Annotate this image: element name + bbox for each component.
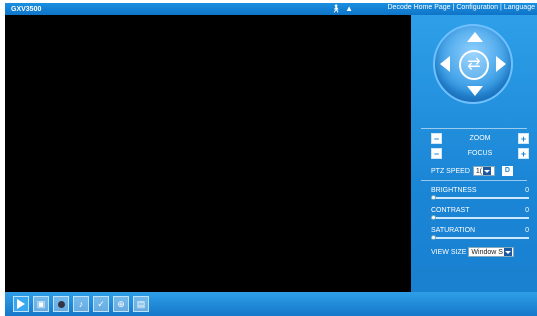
snapshot-icon[interactable]: ▣: [33, 296, 49, 312]
pan-right-icon[interactable]: [496, 56, 506, 72]
zoom-in-button[interactable]: +: [518, 133, 529, 144]
brightness-slider: BRIGHTNESS 0: [431, 187, 529, 200]
zoom-out-button[interactable]: −: [431, 133, 442, 144]
fullscreen-icon[interactable]: ⊕: [113, 296, 129, 312]
nav-separator: |: [500, 4, 502, 11]
view-size-row: VIEW SIZE Window S: [431, 247, 515, 257]
contrast-label: CONTRAST: [431, 207, 470, 214]
video-viewport[interactable]: [5, 15, 411, 292]
zoom-row: − ZOOM +: [431, 133, 529, 144]
play-icon[interactable]: [13, 296, 29, 312]
alarm-icon: ▲: [345, 4, 354, 13]
app-frame: GXV3500 🚶︎ ▲ Decode Home Page | Configur…: [0, 0, 537, 316]
contrast-track[interactable]: [431, 215, 529, 220]
header-bar: GXV3500 🚶︎ ▲ Decode Home Page | Configur…: [5, 3, 537, 15]
saturation-handle[interactable]: [431, 235, 436, 240]
chevron-down-icon: [483, 167, 492, 175]
brightness-handle[interactable]: [431, 195, 436, 200]
focus-in-button[interactable]: +: [518, 148, 529, 159]
chevron-down-icon: [503, 248, 512, 256]
record-icon[interactable]: [53, 296, 69, 312]
view-size-label: VIEW SIZE: [431, 248, 467, 256]
view-size-select[interactable]: Window S: [468, 247, 515, 257]
saturation-value: 0: [525, 227, 529, 234]
control-panel: ⇄ − ZOOM + − FOCUS + PTZ SPEED 1( D BRIG…: [411, 15, 537, 292]
nav-configuration[interactable]: Configuration: [456, 4, 498, 11]
ptz-speed-select[interactable]: 1(: [472, 166, 495, 176]
pan-down-icon[interactable]: [467, 86, 483, 96]
brightness-track[interactable]: [431, 195, 529, 200]
auto-rotate-icon[interactable]: ⇄: [459, 50, 489, 80]
zoom-label: ZOOM: [469, 135, 491, 142]
saturation-label: SATURATION: [431, 227, 476, 234]
bottom-toolbar: ▣ ♪ ✓ ⊕ ▤: [5, 292, 537, 316]
focus-label: FOCUS: [467, 150, 493, 157]
nav-language[interactable]: Language: [504, 4, 535, 11]
person-icon: 🚶︎: [331, 4, 342, 13]
contrast-value: 0: [525, 207, 529, 214]
audio-icon[interactable]: ♪: [73, 296, 89, 312]
contrast-slider: CONTRAST 0: [431, 207, 529, 220]
divider: [421, 180, 527, 181]
save-icon[interactable]: ▤: [133, 296, 149, 312]
saturation-track[interactable]: [431, 235, 529, 240]
top-nav: Decode Home Page | Configuration | Langu…: [388, 4, 536, 11]
view-size-value: Window S: [471, 248, 503, 256]
nav-decode-home[interactable]: Decode Home Page: [388, 4, 451, 11]
saturation-slider: SATURATION 0: [431, 227, 529, 240]
ptz-speed-row: PTZ SPEED 1( D: [431, 166, 513, 176]
header-icons: 🚶︎ ▲: [331, 4, 353, 13]
brightness-label: BRIGHTNESS: [431, 187, 477, 194]
ptz-joystick: ⇄: [433, 24, 513, 104]
nav-separator: |: [452, 4, 455, 11]
brightness-value: 0: [525, 187, 529, 194]
contrast-handle[interactable]: [431, 215, 436, 220]
talk-icon[interactable]: ✓: [93, 296, 109, 312]
divider: [421, 128, 527, 129]
pan-up-icon[interactable]: [467, 32, 483, 42]
focus-out-button[interactable]: −: [431, 148, 442, 159]
ptz-speed-label: PTZ SPEED: [431, 167, 470, 175]
ptz-speed-value: 1(: [475, 167, 483, 175]
brand-title: GXV3500: [11, 5, 42, 13]
focus-row: − FOCUS +: [431, 148, 529, 159]
default-button[interactable]: D: [501, 166, 513, 176]
pan-left-icon[interactable]: [440, 56, 450, 72]
